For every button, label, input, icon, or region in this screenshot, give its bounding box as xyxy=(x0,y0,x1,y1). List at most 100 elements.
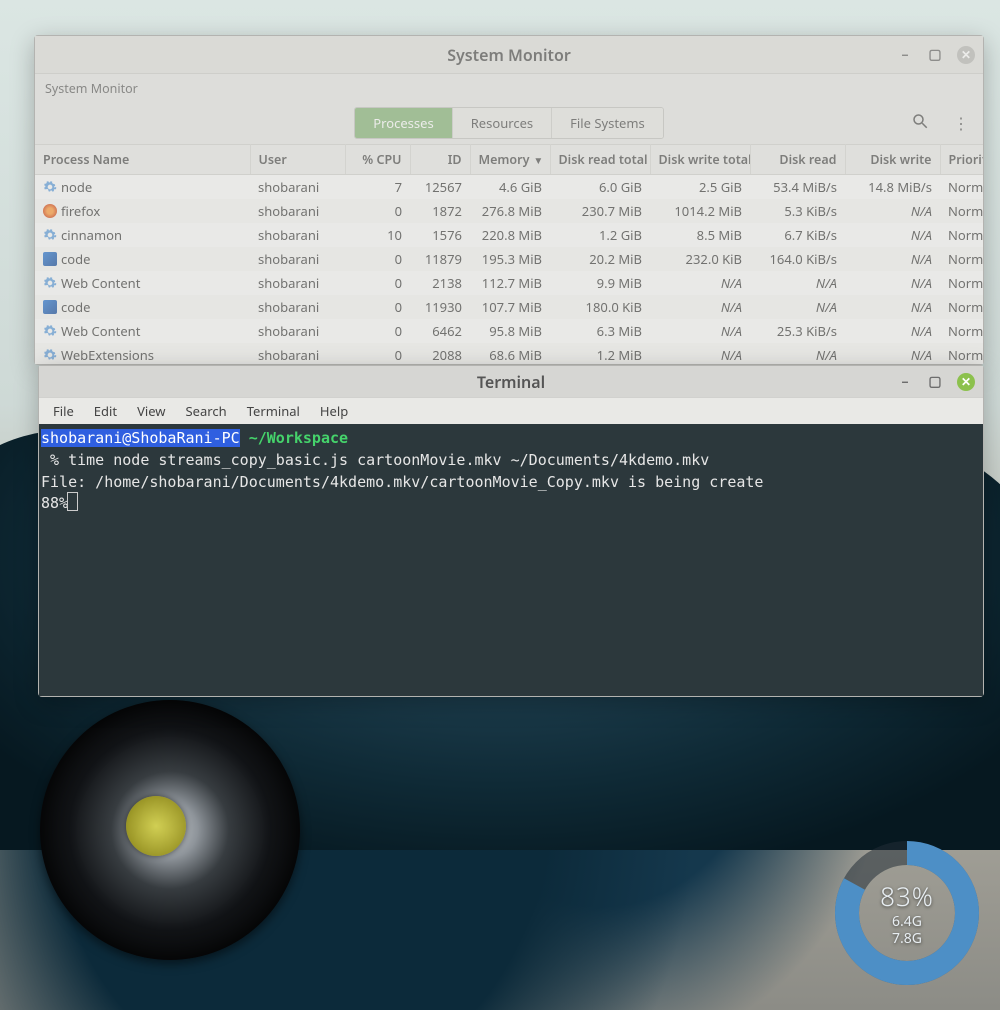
cell-disk-write: N/A xyxy=(845,223,940,247)
menu-search[interactable]: Search xyxy=(186,402,227,420)
cell-memory: 68.6 MiB xyxy=(470,343,550,364)
maximize-icon[interactable]: ▢ xyxy=(927,47,943,63)
cell-disk-read: 53.4 MiB/s xyxy=(750,175,845,200)
cell-disk-read-total: 1.2 MiB xyxy=(550,343,650,364)
cell-disk-write-total: 2.5 GiB xyxy=(650,175,750,200)
col-disk-write-total[interactable]: Disk write total xyxy=(650,145,750,175)
close-icon[interactable]: ✕ xyxy=(957,46,975,64)
menu-view[interactable]: View xyxy=(137,402,165,420)
process-table: Process Name User % CPU ID Memory▼ Disk … xyxy=(35,144,983,364)
cell-disk-read-total: 180.0 KiB xyxy=(550,295,650,319)
col-priority[interactable]: Priority xyxy=(940,145,983,175)
cell-name: Web Content xyxy=(35,271,250,295)
cell-priority: Normal xyxy=(940,295,983,319)
prompt-user-host: shobarani@ShobaRani-PC xyxy=(41,429,240,447)
col-disk-read-total[interactable]: Disk read total xyxy=(550,145,650,175)
cell-cpu: 0 xyxy=(345,247,410,271)
sysmon-tabbar: Processes Resources File Systems ⋮ xyxy=(35,102,983,144)
cell-user: shobarani xyxy=(250,199,345,223)
cell-name: Web Content xyxy=(35,319,250,343)
cell-disk-read: N/A xyxy=(750,343,845,364)
gauge-total: 7.8G xyxy=(892,931,922,948)
memory-gauge-widget[interactable]: 83% 6.4G 7.8G xyxy=(832,838,982,988)
col-id[interactable]: ID xyxy=(410,145,470,175)
cell-id: 2138 xyxy=(410,271,470,295)
terminal-title: Terminal xyxy=(477,371,545,393)
cell-disk-read-total: 6.0 GiB xyxy=(550,175,650,200)
gear-icon xyxy=(43,228,57,242)
col-disk-write[interactable]: Disk write xyxy=(845,145,940,175)
wallpaper-wheel xyxy=(40,700,300,960)
terminal-cursor xyxy=(68,493,77,510)
gear-icon xyxy=(43,324,57,338)
maximize-icon[interactable]: ▢ xyxy=(927,374,943,390)
table-row[interactable]: WebExtensionsshobarani0208868.6 MiB1.2 M… xyxy=(35,343,983,364)
cell-id: 11879 xyxy=(410,247,470,271)
minimize-icon[interactable]: – xyxy=(897,374,913,390)
vscode-icon xyxy=(43,252,57,266)
cell-memory: 4.6 GiB xyxy=(470,175,550,200)
cell-priority: Normal xyxy=(940,271,983,295)
cell-disk-write-total: 232.0 KiB xyxy=(650,247,750,271)
vscode-icon xyxy=(43,300,57,314)
gear-icon xyxy=(43,348,57,362)
sysmon-subtitle-bar: System Monitor xyxy=(35,74,983,102)
cell-disk-write-total: N/A xyxy=(650,319,750,343)
tab-resources[interactable]: Resources xyxy=(452,108,551,138)
cell-memory: 220.8 MiB xyxy=(470,223,550,247)
cell-id: 2088 xyxy=(410,343,470,364)
table-row[interactable]: Web Contentshobarani02138112.7 MiB9.9 Mi… xyxy=(35,271,983,295)
tab-processes[interactable]: Processes xyxy=(355,108,451,138)
sort-desc-icon: ▼ xyxy=(533,153,543,167)
close-icon[interactable]: ✕ xyxy=(957,373,975,391)
sysmon-titlebar[interactable]: System Monitor – ▢ ✕ xyxy=(35,36,983,74)
table-row[interactable]: Web Contentshobarani0646295.8 MiB6.3 MiB… xyxy=(35,319,983,343)
cell-disk-write: N/A xyxy=(845,295,940,319)
gear-icon xyxy=(43,180,57,194)
terminal-command: time node streams_copy_basic.js cartoonM… xyxy=(68,451,709,469)
cell-id: 11930 xyxy=(410,295,470,319)
cell-cpu: 0 xyxy=(345,199,410,223)
terminal-titlebar[interactable]: Terminal – ▢ ✕ xyxy=(39,366,983,398)
search-icon[interactable] xyxy=(911,112,929,135)
sysmon-tab-group: Processes Resources File Systems xyxy=(354,107,663,139)
cell-priority: Normal xyxy=(940,223,983,247)
minimize-icon[interactable]: – xyxy=(897,47,913,63)
col-cpu[interactable]: % CPU xyxy=(345,145,410,175)
table-row[interactable]: cinnamonshobarani101576220.8 MiB1.2 GiB8… xyxy=(35,223,983,247)
menu-help[interactable]: Help xyxy=(320,402,348,420)
cell-user: shobarani xyxy=(250,319,345,343)
menu-file[interactable]: File xyxy=(53,402,74,420)
menu-edit[interactable]: Edit xyxy=(94,402,117,420)
cell-disk-read: 164.0 KiB/s xyxy=(750,247,845,271)
cell-disk-write: N/A xyxy=(845,343,940,364)
col-user[interactable]: User xyxy=(250,145,345,175)
col-memory[interactable]: Memory▼ xyxy=(470,145,550,175)
cell-disk-write: N/A xyxy=(845,199,940,223)
cell-disk-read: 6.7 KiB/s xyxy=(750,223,845,247)
tab-filesystems[interactable]: File Systems xyxy=(551,108,663,138)
cell-disk-read-total: 6.3 MiB xyxy=(550,319,650,343)
cell-disk-read-total: 20.2 MiB xyxy=(550,247,650,271)
cell-priority: Normal xyxy=(940,175,983,200)
firefox-icon xyxy=(43,204,57,218)
terminal-body[interactable]: shobarani@ShobaRani-PC ~/Workspace % tim… xyxy=(39,424,983,696)
cell-cpu: 0 xyxy=(345,319,410,343)
table-row[interactable]: codeshobarani011879195.3 MiB20.2 MiB232.… xyxy=(35,247,983,271)
cell-id: 12567 xyxy=(410,175,470,200)
system-monitor-window: System Monitor – ▢ ✕ System Monitor Proc… xyxy=(34,35,984,365)
col-process-name[interactable]: Process Name xyxy=(35,145,250,175)
cell-memory: 112.7 MiB xyxy=(470,271,550,295)
cell-cpu: 10 xyxy=(345,223,410,247)
menu-kebab-icon[interactable]: ⋮ xyxy=(953,112,969,135)
table-row[interactable]: firefoxshobarani01872276.8 MiB230.7 MiB1… xyxy=(35,199,983,223)
table-row[interactable]: nodeshobarani7125674.6 GiB6.0 GiB2.5 GiB… xyxy=(35,175,983,200)
prompt-symbol: % xyxy=(50,451,59,469)
cell-disk-read: N/A xyxy=(750,271,845,295)
table-row[interactable]: codeshobarani011930107.7 MiB180.0 KiBN/A… xyxy=(35,295,983,319)
cell-disk-read-total: 1.2 GiB xyxy=(550,223,650,247)
col-disk-read[interactable]: Disk read xyxy=(750,145,845,175)
menu-terminal[interactable]: Terminal xyxy=(247,402,300,420)
cell-user: shobarani xyxy=(250,271,345,295)
cell-cpu: 0 xyxy=(345,295,410,319)
